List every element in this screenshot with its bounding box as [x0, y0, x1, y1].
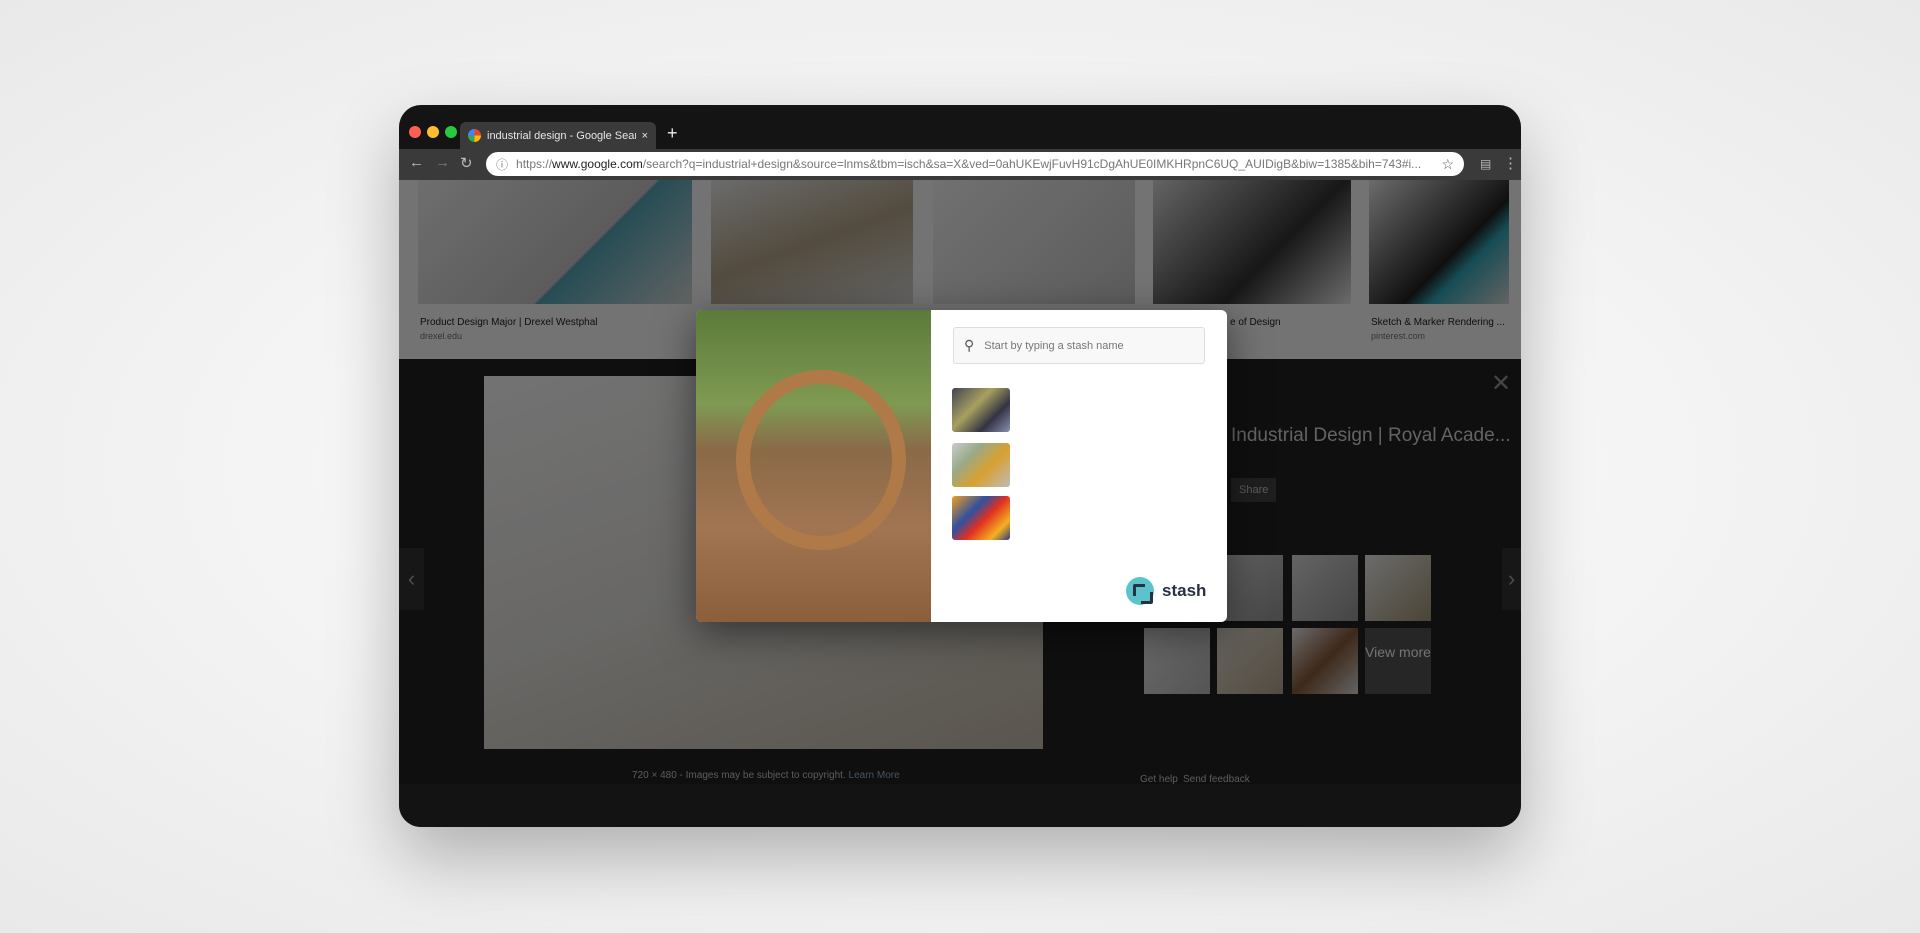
- result-source: drexel.edu: [420, 331, 463, 341]
- url-path: /search?q=industrial+design&source=lnms&…: [642, 157, 1422, 171]
- prev-arrow-icon[interactable]: ‹: [399, 548, 424, 610]
- maximize-window-button[interactable]: [445, 126, 457, 138]
- extension-icon[interactable]: ▤: [1480, 157, 1491, 171]
- new-tab-button[interactable]: +: [667, 123, 678, 144]
- url-prefix: https://: [516, 157, 553, 171]
- menu-icon[interactable]: ⋮: [1503, 154, 1518, 172]
- result-caption[interactable]: Product Design Major | Drexel Westphal: [420, 317, 598, 328]
- result-image[interactable]: [418, 180, 692, 304]
- minimize-window-button[interactable]: [427, 126, 439, 138]
- info-icon: ⓘ: [496, 157, 509, 172]
- result-image[interactable]: [1369, 180, 1509, 304]
- related-image[interactable]: [1144, 628, 1210, 694]
- stash-modal: ⚲ Start by typing a stash name stash: [696, 310, 1227, 622]
- result-caption[interactable]: e of Design: [1230, 317, 1281, 328]
- google-favicon-icon: [468, 129, 481, 142]
- close-window-button[interactable]: [409, 126, 421, 138]
- stash-thumbnail[interactable]: [952, 443, 1010, 487]
- result-image[interactable]: [711, 180, 913, 304]
- stash-logo: stash: [1126, 577, 1206, 605]
- stash-search-input[interactable]: ⚲ Start by typing a stash name: [953, 327, 1205, 364]
- stash-thumbnail[interactable]: [952, 496, 1010, 540]
- stash-preview-image: [696, 310, 931, 622]
- back-icon[interactable]: ←: [409, 154, 424, 171]
- copyright-notice: 720 × 480 - Images may be subject to cop…: [632, 770, 846, 781]
- view-more-button[interactable]: View more: [1365, 628, 1431, 694]
- bookmark-star-icon[interactable]: ☆: [1441, 156, 1454, 173]
- search-icon: ⚲: [964, 337, 975, 353]
- learn-more-link[interactable]: Learn More: [849, 770, 900, 781]
- stash-thumbnail[interactable]: [952, 388, 1010, 432]
- related-image[interactable]: [1217, 628, 1283, 694]
- tab-close-icon[interactable]: ×: [642, 130, 648, 142]
- share-button[interactable]: Share: [1231, 478, 1277, 502]
- result-image[interactable]: [1153, 180, 1351, 304]
- url-domain: www.google.com: [552, 157, 643, 171]
- stash-logo-icon: [1126, 577, 1154, 605]
- stash-search-placeholder: Start by typing a stash name: [984, 339, 1124, 352]
- viewer-footer: 720 × 480 - Images may be subject to cop…: [399, 770, 1521, 827]
- get-help-link[interactable]: Get help: [1140, 774, 1178, 785]
- next-arrow-icon[interactable]: ›: [1502, 548, 1521, 610]
- stash-brand-text: stash: [1162, 581, 1207, 600]
- browser-tab[interactable]: industrial design - Google Sear ×: [460, 122, 656, 149]
- send-feedback-link[interactable]: Send feedback: [1183, 774, 1250, 785]
- related-image[interactable]: [1292, 628, 1358, 694]
- related-image[interactable]: [1365, 555, 1431, 621]
- close-icon[interactable]: ✕: [1491, 369, 1511, 398]
- result-source: pinterest.com: [1371, 331, 1426, 341]
- tab-title: industrial design - Google Sear: [487, 129, 636, 142]
- toolbar: ← → ↻ ⓘ https://www.google.com/search?q=…: [399, 149, 1521, 180]
- result-image[interactable]: [933, 180, 1135, 304]
- result-caption[interactable]: Sketch & Marker Rendering ...: [1371, 317, 1505, 328]
- viewer-title[interactable]: Industrial Design | Royal Acade...: [1231, 425, 1511, 447]
- reload-icon[interactable]: ↻: [460, 154, 473, 172]
- address-bar[interactable]: ⓘ https://www.google.com/search?q=indust…: [486, 152, 1464, 176]
- forward-icon[interactable]: →: [435, 154, 450, 171]
- related-image[interactable]: [1292, 555, 1358, 621]
